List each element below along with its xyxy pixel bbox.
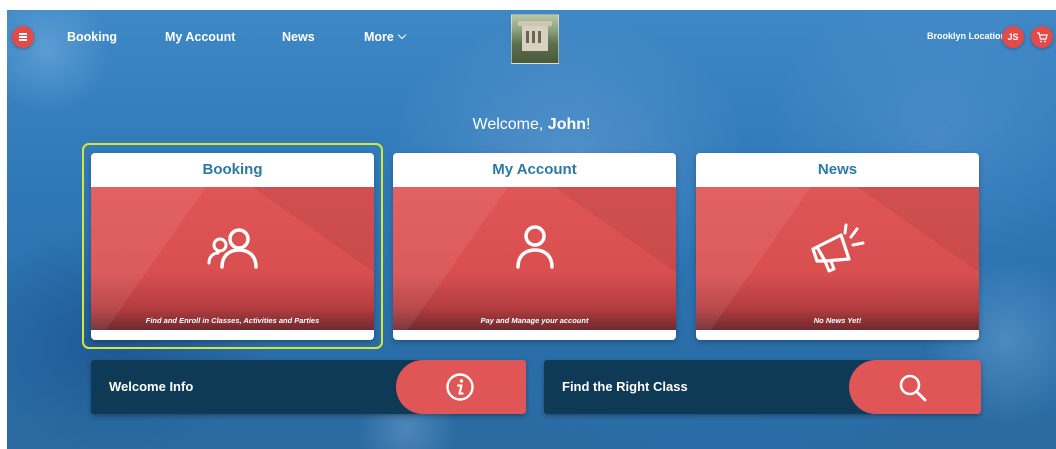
card-body: No News Yet! [696, 187, 979, 330]
menu-button[interactable] [12, 26, 34, 48]
panel-label: Find the Right Class [562, 379, 688, 394]
card-body: Find and Enroll in Classes, Activities a… [91, 187, 374, 330]
card-title: Booking [202, 161, 263, 178]
hamburger-icon [19, 36, 27, 38]
clipped-browser-text [0, 0, 1056, 10]
info-button[interactable] [396, 360, 526, 414]
search-icon [899, 374, 927, 402]
cart-button[interactable] [1031, 26, 1053, 48]
card-caption: Find and Enroll in Classes, Activities a… [145, 316, 320, 325]
megaphone-icon [810, 223, 864, 273]
card-title: News [817, 161, 858, 178]
card-my-account[interactable]: My Account Pay and Manage your account [393, 153, 676, 340]
welcome-message: Welcome, John! [7, 116, 1056, 134]
card-caption: Pay and Manage your account [480, 316, 589, 325]
find-class-panel[interactable]: Find the Right Class [544, 360, 981, 414]
nav-booking[interactable]: Booking [67, 30, 117, 44]
welcome-suffix: ! [586, 116, 591, 133]
card-title: My Account [492, 161, 577, 178]
user-icon [515, 225, 554, 269]
chevron-down-icon [397, 30, 407, 40]
nav-more-label: More [364, 30, 394, 44]
nav-more[interactable]: More [364, 30, 407, 44]
welcome-prefix: Welcome, [472, 116, 548, 133]
card-news[interactable]: News No News Yet! [696, 153, 979, 340]
search-button[interactable] [849, 360, 981, 414]
card-body: Pay and Manage your account [393, 187, 676, 330]
info-icon [446, 373, 474, 401]
avatar[interactable]: JS [1002, 26, 1024, 48]
users-icon [207, 228, 258, 269]
card-caption: No News Yet! [813, 316, 862, 325]
nav-news[interactable]: News [282, 30, 315, 44]
welcome-info-panel[interactable]: Welcome Info [91, 360, 526, 414]
panel-label: Welcome Info [109, 379, 194, 394]
page-background: Booking My Account News More Brooklyn Lo… [7, 10, 1056, 449]
cart-icon [1037, 31, 1048, 42]
site-logo[interactable] [511, 14, 559, 64]
welcome-name: John [547, 116, 587, 133]
card-booking[interactable]: Booking Find and Enroll in Classes, Acti… [91, 153, 374, 340]
location-selector[interactable]: Brooklyn Location [927, 31, 1006, 41]
nav-my-account[interactable]: My Account [165, 30, 235, 44]
top-nav: Booking My Account News More Brooklyn Lo… [7, 10, 1056, 64]
